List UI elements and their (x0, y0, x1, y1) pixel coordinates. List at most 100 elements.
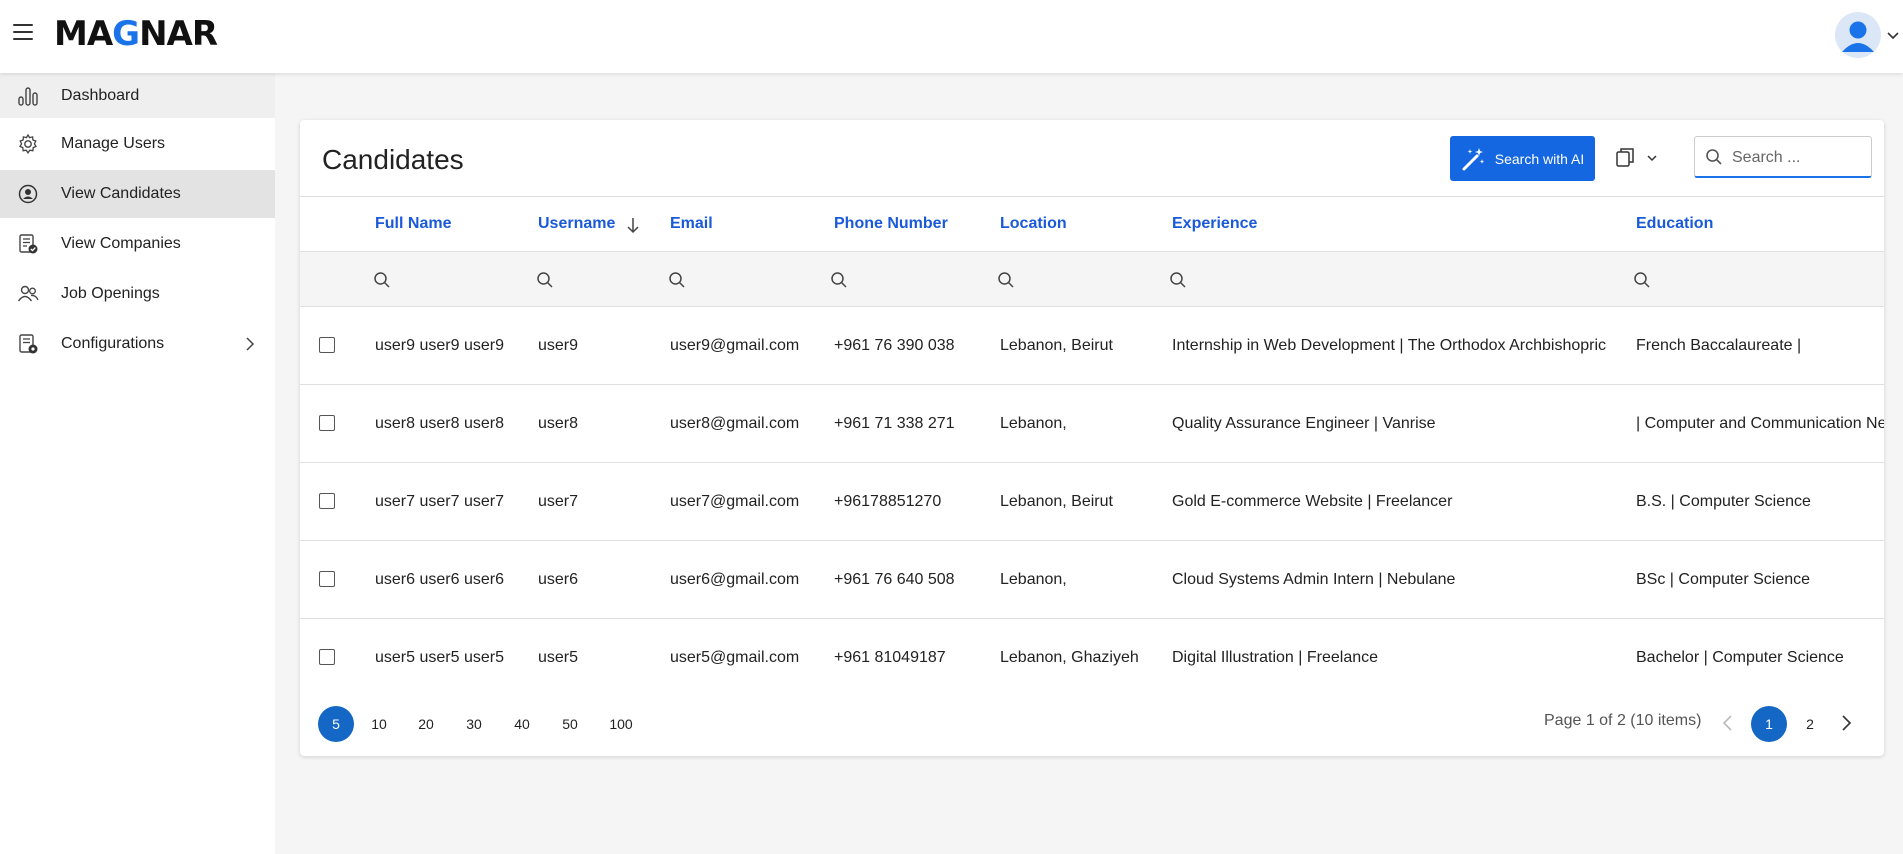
sidebar-item-job-openings[interactable]: Job Openings (0, 270, 275, 318)
search-input[interactable] (1730, 145, 1864, 171)
cell-education: Bachelor | Computer Science (1636, 649, 1844, 666)
sidebar: Dashboard Manage Users View Candidates V… (0, 73, 275, 854)
filter-row (300, 252, 1884, 307)
table-row[interactable]: user6 user6 user6 user6 user6@gmail.com … (300, 541, 1884, 619)
cell-location: Lebanon, Beirut (1000, 493, 1113, 510)
user-circle-icon (18, 184, 38, 204)
sidebar-item-manage-users[interactable]: Manage Users (0, 120, 275, 168)
candidates-card: Candidates Search with AI Full Name Us (300, 120, 1884, 756)
search-field[interactable] (1694, 136, 1872, 178)
filter-location-search-icon[interactable] (997, 271, 1015, 289)
column-header-username[interactable]: Username (538, 197, 615, 251)
row-checkbox[interactable] (319, 571, 335, 587)
filter-full-name-search-icon[interactable] (373, 271, 391, 289)
row-checkbox[interactable] (319, 493, 335, 509)
sidebar-item-label: View Companies (61, 235, 181, 252)
cell-phone: +961 71 338 271 (834, 415, 955, 432)
chevron-left-icon[interactable] (1720, 714, 1736, 732)
column-header-education[interactable]: Education (1636, 197, 1713, 251)
cell-username: user9 (538, 337, 579, 354)
column-header-location[interactable]: Location (1000, 197, 1067, 251)
cell-email: user9@gmail.com (670, 337, 800, 354)
sidebar-item-label: View Candidates (61, 185, 181, 202)
sidebar-item-dashboard[interactable]: Dashboard (0, 73, 275, 118)
export-icon (1616, 148, 1634, 167)
cell-email: user6@gmail.com (670, 571, 800, 588)
cell-username: user8 (538, 415, 579, 432)
cell-experience: Gold E-commerce Website | Freelancer (1172, 493, 1453, 510)
pagination-bar: 5 10 20 30 40 50 100 Page 1 of 2 (10 ite… (300, 692, 1884, 756)
table-row[interactable]: user8 user8 user8 user8 user8@gmail.com … (300, 385, 1884, 463)
search-with-ai-button[interactable]: Search with AI (1450, 136, 1595, 181)
sidebar-item-label: Job Openings (61, 285, 160, 302)
cell-phone: +961 81049187 (834, 649, 946, 666)
page-size-option[interactable]: 5 (318, 706, 354, 742)
chevron-down-icon[interactable] (1887, 27, 1899, 43)
column-header-experience[interactable]: Experience (1172, 197, 1257, 251)
page-size-option[interactable]: 10 (361, 706, 397, 742)
row-checkbox[interactable] (319, 337, 335, 353)
cell-location: Lebanon, Beirut (1000, 337, 1113, 354)
page-title: Candidates (322, 144, 464, 175)
page-info: Page 1 of 2 (10 items) (1544, 712, 1702, 729)
cell-email: user7@gmail.com (670, 493, 800, 510)
page-number-button[interactable]: 1 (1751, 706, 1787, 742)
cell-education: BSc | Computer Science (1636, 571, 1811, 588)
table-row[interactable]: user5 user5 user5 user5 user5@gmail.com … (300, 619, 1884, 693)
cell-full-name: user6 user6 user6 (375, 571, 504, 588)
cell-experience: Digital Illustration | Freelance (1172, 649, 1379, 666)
page-size-option[interactable]: 30 (456, 706, 492, 742)
cell-full-name: user7 user7 user7 (375, 493, 504, 510)
cell-phone: +961 76 390 038 (834, 337, 955, 354)
filter-username-search-icon[interactable] (536, 271, 554, 289)
column-header-full-name[interactable]: Full Name (375, 197, 451, 251)
cell-experience: Quality Assurance Engineer | Vanrise (1172, 415, 1436, 432)
page-size-option[interactable]: 40 (504, 706, 540, 742)
filter-email-search-icon[interactable] (668, 271, 686, 289)
top-bar: MAGNAR (0, 0, 1903, 73)
filter-education-search-icon[interactable] (1633, 271, 1651, 289)
table-row[interactable]: user9 user9 user9 user9 user9@gmail.com … (300, 307, 1884, 385)
cell-education: B.S. | Computer Science (1636, 493, 1811, 510)
sidebar-item-view-candidates[interactable]: View Candidates (0, 170, 275, 218)
cell-phone: +961 76 640 508 (834, 571, 955, 588)
cell-location: Lebanon, (1000, 415, 1067, 432)
column-header-email[interactable]: Email (670, 197, 713, 251)
sidebar-item-configurations[interactable]: Configurations (0, 320, 275, 368)
cell-full-name: user9 user9 user9 (375, 337, 504, 354)
cell-username: user6 (538, 571, 579, 588)
page-size-option[interactable]: 50 (552, 706, 588, 742)
candidates-table: Full Name Username Email Phone Number Lo… (300, 196, 1884, 693)
sidebar-item-label: Dashboard (61, 86, 140, 104)
chevron-right-icon (246, 337, 255, 351)
app-logo[interactable]: MAGNAR (54, 14, 218, 54)
table-row[interactable]: user7 user7 user7 user7 user7@gmail.com … (300, 463, 1884, 541)
table-header: Full Name Username Email Phone Number Lo… (300, 197, 1884, 252)
sidebar-item-label: Manage Users (61, 135, 166, 152)
cell-username: user7 (538, 493, 579, 510)
cell-location: Lebanon, (1000, 571, 1067, 588)
cell-username: user5 (538, 649, 579, 666)
cell-full-name: user5 user5 user5 (375, 649, 504, 666)
sidebar-item-view-companies[interactable]: View Companies (0, 220, 275, 268)
cell-experience: Cloud Systems Admin Intern | Nebulane (1172, 571, 1456, 588)
column-header-phone-number[interactable]: Phone Number (834, 197, 948, 251)
document-check-icon (19, 234, 38, 254)
chevron-right-icon[interactable] (1838, 714, 1854, 732)
cell-phone: +96178851270 (834, 493, 942, 510)
cell-education: French Baccalaureate | (1636, 337, 1802, 354)
page-size-option[interactable]: 20 (408, 706, 444, 742)
gear-icon (19, 133, 37, 154)
page-number-button[interactable]: 2 (1792, 706, 1828, 742)
hamburger-menu-icon[interactable] (13, 24, 33, 42)
user-avatar-icon[interactable] (1835, 12, 1881, 58)
row-checkbox[interactable] (319, 649, 335, 665)
export-button[interactable] (1612, 146, 1662, 170)
filter-phone-search-icon[interactable] (830, 271, 848, 289)
search-icon (1706, 149, 1722, 165)
magic-wand-icon (1462, 147, 1485, 170)
page-size-option[interactable]: 100 (603, 706, 639, 742)
filter-experience-search-icon[interactable] (1169, 271, 1187, 289)
row-checkbox[interactable] (319, 415, 335, 431)
sort-descending-icon[interactable] (626, 216, 640, 234)
